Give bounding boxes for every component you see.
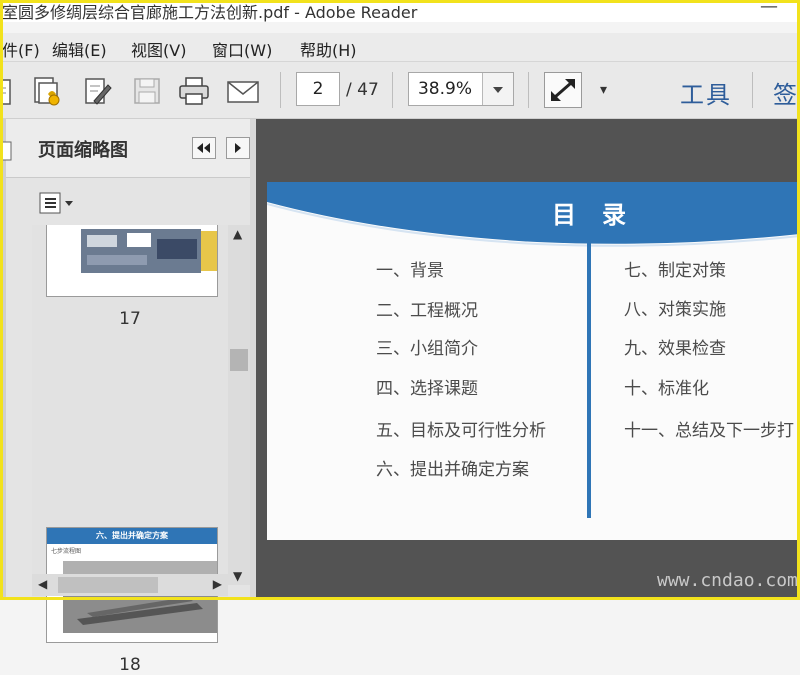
toc-item[interactable]: 十一、总结及下一步打 xyxy=(624,416,794,441)
zoom-select[interactable]: 38.9% xyxy=(408,72,514,106)
watermark-text: www.cndao.com xyxy=(657,570,798,591)
toc-banner xyxy=(267,182,800,247)
scroll-down-icon[interactable]: ▼ xyxy=(233,569,242,583)
open-icon[interactable] xyxy=(0,74,20,108)
menu-bar: 件(F) 编辑(E) 视图(V) 窗口(W) 帮助(H) xyxy=(0,33,800,62)
thumbnail-list[interactable]: 17 六、提出并确定方案 七步流程图 18 xyxy=(32,225,228,675)
email-icon[interactable] xyxy=(226,74,260,108)
hscrollbar-thumb[interactable] xyxy=(58,577,158,593)
save-icon[interactable] xyxy=(130,74,164,108)
scroll-up-icon[interactable]: ▲ xyxy=(233,227,242,241)
toolbar-separator xyxy=(528,72,529,108)
title-bar: 室圆多修绸层综合官廊施工方法创新.pdf - Adobe Reader — xyxy=(0,0,800,22)
fit-arrows-icon xyxy=(551,79,575,101)
tools-button[interactable]: 工具 xyxy=(680,75,732,110)
zoom-value: 38.9% xyxy=(417,79,472,99)
thumbnail-header: 六、提出并确定方案 xyxy=(47,528,217,544)
right-arrow-icon xyxy=(235,143,241,153)
menu-edit[interactable]: 编辑(E) xyxy=(52,37,107,61)
thumbnail-subtitle: 七步流程图 xyxy=(51,548,82,555)
toolbar-separator xyxy=(392,72,393,108)
toc-item[interactable]: 七、制定对策 xyxy=(624,256,726,281)
fit-page-button[interactable] xyxy=(544,72,582,108)
minimize-button[interactable]: — xyxy=(760,0,778,17)
create-pdf-icon[interactable] xyxy=(30,74,64,108)
toc-item[interactable]: 九、效果检查 xyxy=(624,334,726,359)
double-left-arrow-icon xyxy=(197,143,210,153)
toc-item[interactable]: 八、对策实施 xyxy=(624,295,726,320)
scroll-right-icon[interactable]: ▶ xyxy=(213,577,222,591)
thumbnail-label: 18 xyxy=(119,655,141,675)
menu-help[interactable]: 帮助(H) xyxy=(300,37,357,61)
thumbnails-panel: 页面缩略图 17 六、提出并确定方案 七步流程图 18 ▲ ▼ ◀ ▶ xyxy=(0,119,250,675)
scrollbar-thumb[interactable] xyxy=(230,349,248,371)
panel-title: 页面缩略图 xyxy=(38,140,128,161)
toolbar-separator xyxy=(752,72,753,108)
menu-view[interactable]: 视图(V) xyxy=(131,37,186,61)
toolbar: 2 / 47 38.9% ▾ 工具 签 xyxy=(0,62,800,119)
window-title: 室圆多修绸层综合官廊施工方法创新.pdf - Adobe Reader xyxy=(2,3,418,22)
thumbnail-label: 17 xyxy=(119,309,141,329)
toc-item[interactable]: 三、小组简介 xyxy=(376,334,478,359)
print-icon[interactable] xyxy=(177,74,211,108)
thumbnail-scrollbar[interactable]: ▲ ▼ xyxy=(228,225,250,585)
thumbnail-page-17[interactable] xyxy=(46,225,218,297)
toc-title: 目录 xyxy=(552,201,652,229)
thumbnail-image xyxy=(63,561,217,633)
toc-divider-line xyxy=(587,240,591,518)
sign-button[interactable]: 签 xyxy=(773,75,797,110)
options-list-icon xyxy=(39,192,73,214)
toc-item[interactable]: 五、目标及可行性分析 xyxy=(376,416,546,441)
menu-file[interactable]: 件(F) xyxy=(2,37,40,61)
page-number-input[interactable]: 2 xyxy=(296,72,340,106)
scroll-left-icon[interactable]: ◀ xyxy=(38,577,47,591)
chevron-down-icon[interactable] xyxy=(482,73,513,105)
toolbar-separator xyxy=(280,72,281,108)
more-tools-icon[interactable]: ▾ xyxy=(600,82,607,98)
document-page: 目录 一、背景 二、工程概况 三、小组简介 四、选择课题 五、目标及可行性分析 … xyxy=(267,182,800,540)
sign-edit-icon[interactable] xyxy=(80,74,114,108)
toc-item[interactable]: 六、提出并确定方案 xyxy=(376,455,529,480)
menu-window[interactable]: 窗口(W) xyxy=(212,37,272,61)
thumbnail-image xyxy=(47,225,217,281)
toc-item[interactable]: 四、选择课题 xyxy=(376,374,478,399)
toc-item[interactable]: 二、工程概况 xyxy=(376,296,478,321)
toc-item[interactable]: 一、背景 xyxy=(376,256,444,281)
page-total: / 47 xyxy=(346,80,379,100)
panel-header: 页面缩略图 xyxy=(0,119,250,178)
thumbnail-hscrollbar[interactable]: ◀ ▶ xyxy=(32,574,228,596)
panel-icon[interactable] xyxy=(0,141,12,161)
thumbnail-options-button[interactable] xyxy=(38,191,78,217)
expand-button[interactable] xyxy=(226,137,250,159)
toc-item[interactable]: 十、标准化 xyxy=(624,374,709,399)
collapse-panel-button[interactable] xyxy=(192,137,216,159)
